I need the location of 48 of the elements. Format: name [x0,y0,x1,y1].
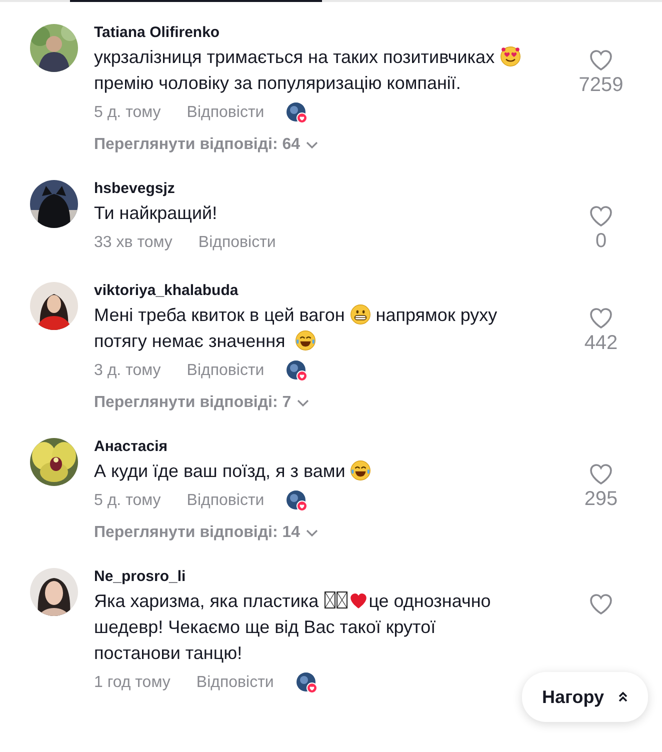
comment-text: А куди їде ваш поїзд, я з вами [94,460,346,483]
view-replies-button[interactable]: Переглянути відповіді: 14 [94,524,318,542]
view-replies-button[interactable]: Переглянути відповіді: 64 [94,136,318,154]
like-icon[interactable] [588,462,614,486]
reply-link[interactable]: Відповісти [186,104,264,122]
comment-text: премію чоловіку за популяризацію компанії. [94,72,461,95]
laughing-face-icon [295,330,316,351]
comment-text: шедевр! Чекаємо ще від Вас такої крутої [94,616,436,639]
username[interactable]: hsbevegsjz [94,178,566,200]
reply-link[interactable]: Відповісти [196,674,274,692]
username[interactable]: viktoriya_khalabuda [94,280,566,302]
like-count: 295 [584,488,618,511]
like-count: 442 [584,332,618,355]
comment-text: укрзалізниця тримається на таких позитивчиках [94,46,495,69]
timestamp: 1 год тому [94,674,170,692]
like-icon[interactable] [588,592,614,616]
grinning-face-icon [350,304,371,325]
comment-text: потягу немає значення [94,330,286,353]
username[interactable]: Ne_prosro_li [94,566,566,588]
laughing-face-icon [350,460,372,481]
timestamp: 5 д. тому [94,492,161,510]
username[interactable]: Tatiana Olifirenko [94,22,566,44]
timestamp: 5 д. тому [94,104,161,122]
like-icon[interactable] [588,204,614,228]
view-replies-button[interactable]: Переглянути відповіді: 7 [94,394,310,412]
comment-text: Яка харизма, яка пластика [94,590,319,613]
chevron-down-icon [306,529,318,537]
chevron-down-icon [297,399,310,407]
like-count: 7259 [578,74,624,97]
comment-text: Ти найкращий! [94,202,218,225]
chevron-down-icon [306,141,318,149]
timestamp: 3 д. тому [94,362,161,380]
timestamp: 33 хв тому [94,234,172,252]
missing-glyph-icon [324,590,348,610]
comment-text: напрямок руху [374,304,498,327]
reply-link[interactable]: Відповісти [198,234,276,252]
reply-link[interactable]: Відповісти [186,362,264,380]
comment-text: це однозначно [368,590,491,613]
comment-text: постанови танцю! [94,642,242,665]
double-chevron-up-icon [618,691,628,703]
comment-text: Мені треба квиток в цей вагон [94,304,345,327]
like-icon[interactable] [588,306,614,330]
like-count: 0 [595,230,607,253]
smiling-face-icon [500,46,521,67]
back-to-top-button[interactable]: Нагору [522,672,648,722]
like-icon[interactable] [588,48,614,72]
reply-link[interactable]: Відповісти [186,492,264,510]
username[interactable]: Анастасія [94,436,566,458]
